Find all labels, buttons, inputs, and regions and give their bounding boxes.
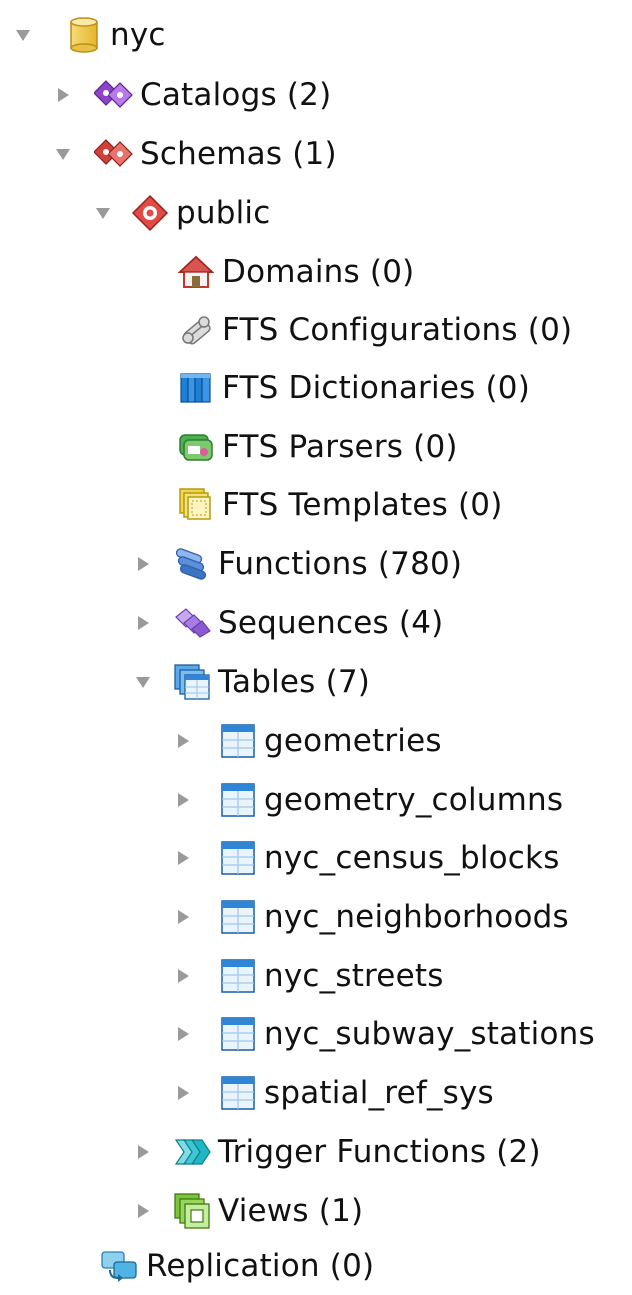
no-arrow-spacer <box>132 319 154 341</box>
no-arrow-spacer <box>132 377 154 399</box>
tree-node-fts-parsers[interactable]: FTS Parsers (0) <box>132 418 458 476</box>
tree-node-label: FTS Configurations (0) <box>222 312 573 348</box>
tree-node-label: Sequences (4) <box>218 605 444 641</box>
tree-node-label: Replication (0) <box>146 1248 375 1284</box>
tree-node-label: Functions (780) <box>218 546 463 582</box>
tree-node-label: Catalogs (2) <box>140 77 332 113</box>
tree-node-label: FTS Templates (0) <box>222 487 503 523</box>
tree-node-label: Domains (0) <box>222 254 415 290</box>
views-icon <box>172 1191 212 1231</box>
table-item-label: nyc_census_blocks <box>264 840 560 876</box>
tree-node-label: Schemas (1) <box>140 136 337 172</box>
tree-node-fts-dictionaries[interactable]: FTS Dictionaries (0) <box>132 359 530 417</box>
table-item-label: geometry_columns <box>264 782 564 818</box>
tree-node-nyc[interactable]: nyc <box>12 6 166 64</box>
tree-node-catalogs[interactable]: Catalogs (2) <box>52 66 331 124</box>
tree-node-public[interactable]: public <box>92 184 270 242</box>
table-icon <box>218 721 258 761</box>
table-item-label: nyc_neighborhoods <box>264 899 569 935</box>
tree-node-fts-configurations[interactable]: FTS Configurations (0) <box>132 301 572 359</box>
collapsed-arrow-icon[interactable] <box>52 84 74 106</box>
collapsed-arrow-icon[interactable] <box>132 1200 154 1222</box>
table-item[interactable]: geometries <box>172 712 442 770</box>
collapsed-arrow-icon[interactable] <box>172 1023 194 1045</box>
table-item[interactable]: nyc_streets <box>172 947 444 1005</box>
tree-node-label: FTS Parsers (0) <box>222 429 458 465</box>
expanded-arrow-icon[interactable] <box>12 24 34 46</box>
expanded-arrow-icon[interactable] <box>52 143 74 165</box>
no-arrow-spacer <box>132 494 154 516</box>
fts-dictionaries-icon <box>176 368 216 408</box>
tree-node-fts-templates[interactable]: FTS Templates (0) <box>132 476 503 534</box>
tree-node-domains[interactable]: Domains (0) <box>132 243 414 301</box>
tree-node-schemas[interactable]: Schemas (1) <box>52 125 337 183</box>
tables-icon <box>172 662 212 702</box>
table-item-label: nyc_subway_stations <box>264 1016 595 1052</box>
expanded-arrow-icon[interactable] <box>92 202 114 224</box>
functions-icon <box>172 544 212 584</box>
collapsed-arrow-icon[interactable] <box>172 730 194 752</box>
no-arrow-spacer <box>132 261 154 283</box>
tree-node-sequences[interactable]: Sequences (4) <box>132 594 443 652</box>
schema-icon <box>130 193 170 233</box>
table-icon <box>218 838 258 878</box>
table-item[interactable]: geometry_columns <box>172 771 563 829</box>
tree-node-trigger-functions[interactable]: Trigger Functions (2) <box>132 1123 541 1181</box>
fts-templates-icon <box>176 485 216 525</box>
tree-node-label: Views (1) <box>218 1193 364 1229</box>
no-arrow-spacer <box>132 436 154 458</box>
collapsed-arrow-icon[interactable] <box>132 612 154 634</box>
sequences-icon <box>172 603 212 643</box>
object-browser-tree: nyc Catalogs (2) Schemas (1) public Doma… <box>0 0 632 1285</box>
collapsed-arrow-icon[interactable] <box>172 789 194 811</box>
domains-icon <box>176 252 216 292</box>
table-item-label: spatial_ref_sys <box>264 1075 494 1111</box>
table-icon <box>218 1014 258 1054</box>
tree-node-label: FTS Dictionaries (0) <box>222 370 531 406</box>
table-icon <box>218 1073 258 1113</box>
table-icon <box>218 956 258 996</box>
table-item[interactable]: nyc_census_blocks <box>172 829 560 887</box>
table-item-label: nyc_streets <box>264 958 444 994</box>
database-icon <box>64 15 104 55</box>
expanded-arrow-icon[interactable] <box>132 671 154 693</box>
tree-node-label: nyc <box>110 17 166 53</box>
tree-node-label: Trigger Functions (2) <box>218 1134 541 1170</box>
table-icon <box>218 897 258 937</box>
collapsed-arrow-icon[interactable] <box>132 553 154 575</box>
collapsed-arrow-icon[interactable] <box>172 906 194 928</box>
collapsed-arrow-icon[interactable] <box>172 965 194 987</box>
fts-configurations-icon <box>176 310 216 350</box>
tree-node-views[interactable]: Views (1) <box>132 1182 363 1240</box>
table-icon <box>218 780 258 820</box>
table-item[interactable]: nyc_neighborhoods <box>172 888 569 946</box>
tree-node-tables[interactable]: Tables (7) <box>132 653 370 711</box>
catalogs-icon <box>94 75 134 115</box>
collapsed-arrow-icon[interactable] <box>172 847 194 869</box>
collapsed-arrow-icon[interactable] <box>172 1082 194 1104</box>
collapsed-arrow-icon[interactable] <box>132 1141 154 1163</box>
replication-icon <box>100 1246 140 1286</box>
schemas-icon <box>94 134 134 174</box>
tree-node-label: Tables (7) <box>218 664 371 700</box>
table-item-label: geometries <box>264 723 442 759</box>
table-item[interactable]: spatial_ref_sys <box>172 1064 494 1122</box>
tree-node-functions[interactable]: Functions (780) <box>132 535 462 593</box>
tree-node-label: public <box>176 195 271 231</box>
table-item[interactable]: nyc_subway_stations <box>172 1005 595 1063</box>
tree-node-replication[interactable]: Replication (0) <box>92 1237 374 1295</box>
fts-parsers-icon <box>176 427 216 467</box>
trigger-functions-icon <box>172 1132 212 1172</box>
